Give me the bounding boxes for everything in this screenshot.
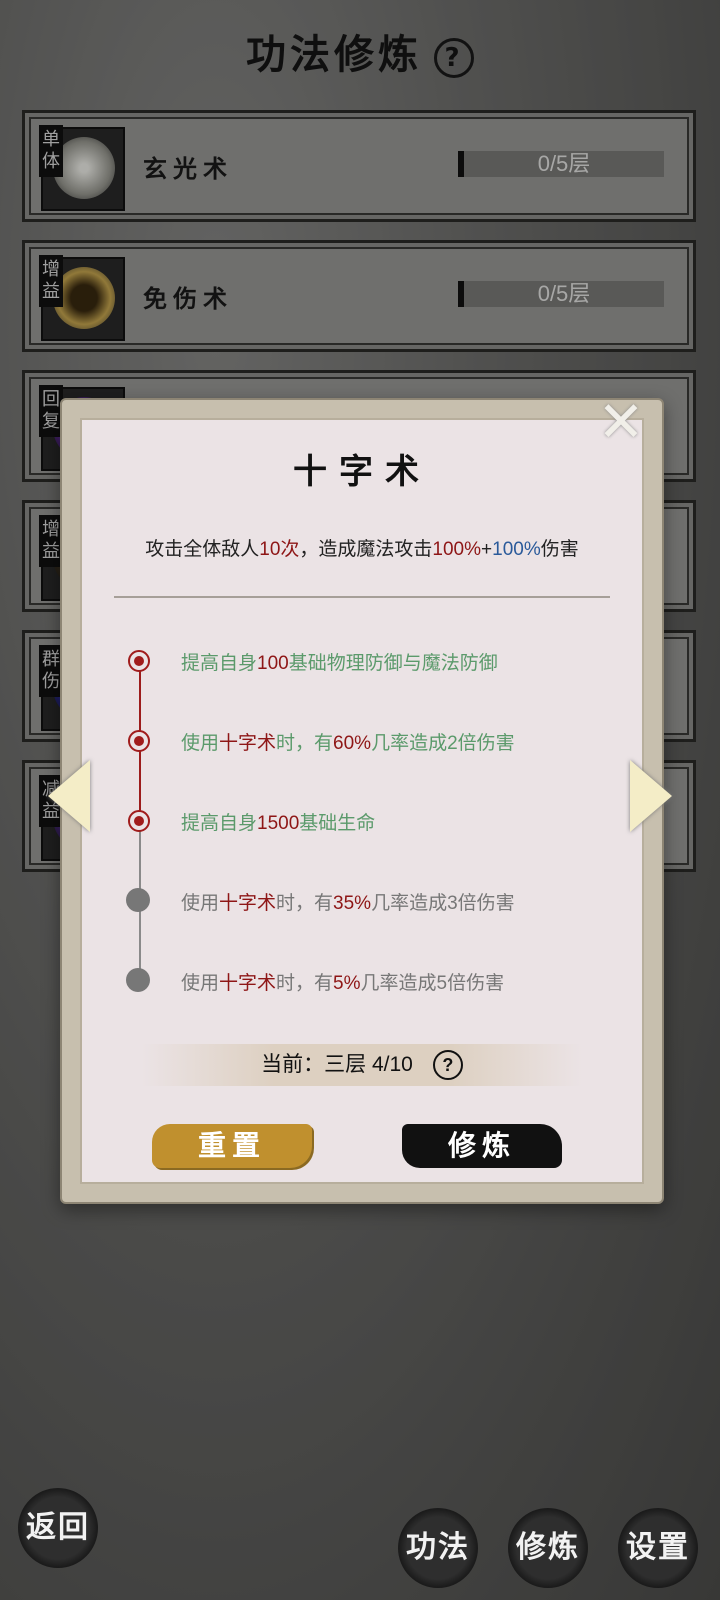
level-item-4: 使用十字术时，有35%几率造成3倍伤害 xyxy=(126,886,646,918)
desc-text: 攻击全体敌人 xyxy=(145,539,260,560)
desc-magic-pct: 100% xyxy=(432,539,482,560)
divider xyxy=(114,596,610,598)
settings-button[interactable]: 设置 xyxy=(618,1508,698,1588)
level-text: 提高自身100基础物理防御与魔法防御 xyxy=(181,653,498,674)
desc-count: 10次 xyxy=(259,539,300,560)
desc-magic-pct2: 100% xyxy=(492,539,541,560)
level-text: 提高自身1500基础生命 xyxy=(181,813,376,834)
gongfa-button[interactable]: 功法 xyxy=(398,1508,478,1588)
help-icon[interactable]: ? xyxy=(432,1050,463,1081)
level-dot-locked xyxy=(126,968,150,992)
skill-description: 攻击全体敌人10次，造成魔法攻击100%+100%伤害 xyxy=(82,534,642,561)
skill-detail-modal: 十字术 攻击全体敌人10次，造成魔法攻击100%+100%伤害 提高自身100基… xyxy=(60,398,664,1204)
next-arrow-icon[interactable] xyxy=(630,760,672,832)
level-item-1: 提高自身100基础物理防御与魔法防御 xyxy=(126,646,646,678)
level-dot-locked xyxy=(126,888,150,912)
current-level-text: 当前：三层 4/10 xyxy=(261,1053,413,1076)
cultivate-nav-button[interactable]: 修炼 xyxy=(508,1508,588,1588)
desc-text: 伤害 xyxy=(540,539,579,560)
level-item-3: 提高自身1500基础生命 xyxy=(126,806,646,838)
desc-text: ，造成魔法攻击 xyxy=(299,539,433,560)
desc-plus: + xyxy=(481,539,493,560)
level-dot-active xyxy=(128,650,150,672)
modal-title: 十字术 xyxy=(293,452,431,492)
level-text: 使用十字术时，有5%几率造成5倍伤害 xyxy=(181,973,505,994)
level-item-5: 使用十字术时，有5%几率造成5倍伤害 xyxy=(126,966,646,998)
current-level-bar: 当前：三层 4/10? xyxy=(142,1044,582,1086)
level-text: 使用十字术时，有60%几率造成2倍伤害 xyxy=(181,733,515,754)
close-icon[interactable]: ✕ xyxy=(594,395,648,451)
level-dot-active xyxy=(128,810,150,832)
level-dot-active xyxy=(128,730,150,752)
modal-panel: 十字术 攻击全体敌人10次，造成魔法攻击100%+100%伤害 提高自身100基… xyxy=(80,418,644,1184)
cultivate-button[interactable]: 修炼 xyxy=(402,1124,562,1168)
back-button[interactable]: 返回 xyxy=(18,1488,98,1568)
level-item-2: 使用十字术时，有60%几率造成2倍伤害 xyxy=(126,726,646,758)
reset-button[interactable]: 重置 xyxy=(152,1124,312,1168)
level-text: 使用十字术时，有35%几率造成3倍伤害 xyxy=(181,893,515,914)
prev-arrow-icon[interactable] xyxy=(48,760,90,832)
